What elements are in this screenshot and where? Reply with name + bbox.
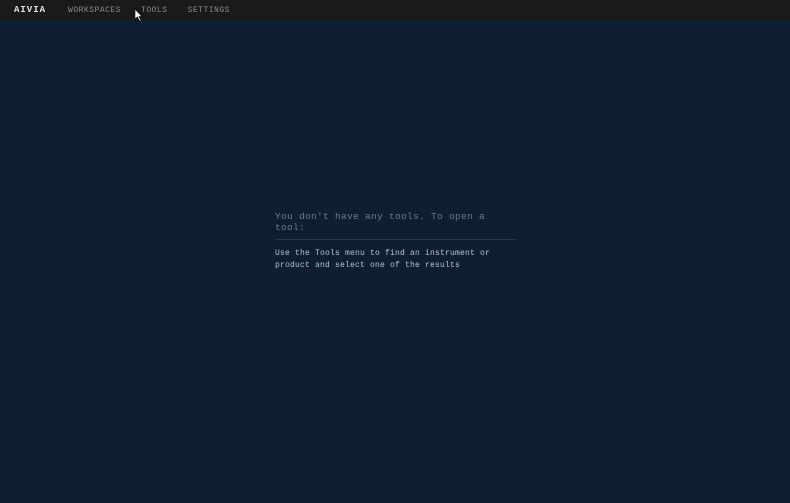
main-content: You don't have any tools. To open a tool… xyxy=(0,20,790,503)
empty-state: You don't have any tools. To open a tool… xyxy=(275,211,515,272)
empty-state-heading: You don't have any tools. To open a tool… xyxy=(275,211,515,240)
top-bar: AIVIA WORKSPACES TOOLS SETTINGS xyxy=(0,0,790,20)
nav-settings[interactable]: SETTINGS xyxy=(188,6,230,15)
brand-logo: AIVIA xyxy=(14,5,46,15)
empty-state-body: Use the Tools menu to find an instrument… xyxy=(275,248,515,272)
nav-workspaces[interactable]: WORKSPACES xyxy=(68,6,121,15)
nav-tools[interactable]: TOOLS xyxy=(141,6,168,15)
